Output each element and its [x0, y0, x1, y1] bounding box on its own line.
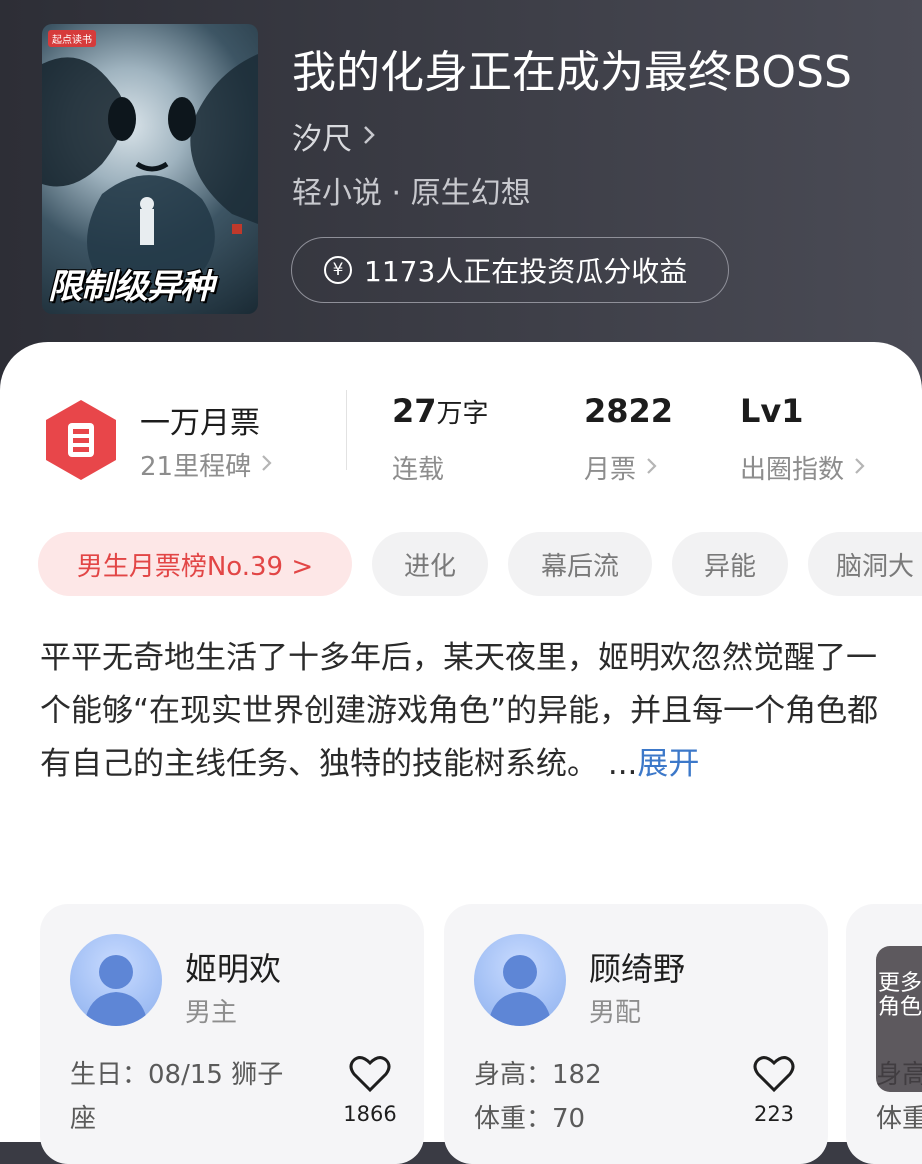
chevron-right-icon — [646, 453, 658, 483]
like-count: 223 — [753, 1102, 795, 1126]
chevron-right-icon — [362, 119, 376, 154]
character-attribute: 生日：08/15 狮子 — [70, 1060, 284, 1090]
tag-evolution[interactable]: 进化 — [372, 532, 488, 596]
stats-divider — [346, 390, 347, 470]
ticket-milestone-title: 一万月票 — [140, 406, 260, 441]
heart-icon[interactable] — [753, 1054, 795, 1094]
monthly-ticket-link[interactable]: 月票 — [584, 449, 658, 486]
ticket-milestone-sub: 21里程碑 — [140, 452, 252, 482]
description-text: 平平无奇地生活了十多年后，某天夜里，姬明欢忽然觉醒了一个能够“在现实世界创建游戏… — [40, 640, 879, 782]
chevron-right-icon — [261, 450, 273, 480]
monthly-ticket-icon — [46, 400, 116, 480]
book-cover[interactable]: 起点读书 限制级异种 — [42, 24, 258, 314]
character-attribute: 体重 — [876, 1104, 922, 1134]
character-attribute: 身高：182 — [474, 1060, 602, 1090]
tag-big-brain[interactable]: 脑洞大 — [808, 532, 922, 596]
invest-label: 1173人正在投资瓜分收益 — [364, 255, 688, 288]
character-card[interactable]: 姬明欢 男主 生日：08/15 狮子 座 1866 — [40, 904, 424, 1164]
cover-title: 限制级异种 — [48, 267, 214, 307]
book-category[interactable]: 轻小说 · 原生幻想 — [292, 168, 531, 212]
monthly-ticket-label: 月票 — [584, 455, 637, 485]
tag-mastermind[interactable]: 幕后流 — [508, 532, 652, 596]
character-attribute: 体重：70 — [474, 1104, 586, 1134]
popularity-index-link[interactable]: 出圈指数 — [740, 449, 866, 486]
cover-publisher-badge: 起点读书 — [48, 30, 96, 47]
popularity-index-label: 出圈指数 — [740, 455, 845, 485]
yen-icon: ¥ — [324, 256, 352, 284]
character-role: 男主 — [185, 998, 238, 1028]
character-name: 姬明欢 — [185, 950, 282, 988]
popularity-level: Lv1 — [740, 392, 804, 430]
more-characters-button[interactable]: 更多角色 — [876, 946, 922, 1092]
word-count: 27万字 — [392, 392, 489, 430]
character-card[interactable]: 顾绮野 男配 身高：182 体重：70 223 — [444, 904, 828, 1164]
chevron-right-icon — [854, 453, 866, 483]
avatar — [474, 934, 566, 1026]
monthly-ticket-count: 2822 — [584, 392, 674, 430]
book-title: 我的化身正在成为最终BOSS — [292, 47, 852, 98]
book-description: 平平无奇地生活了十多年后，某天夜里，姬明欢忽然觉醒了一个能够“在现实世界创建游戏… — [40, 632, 880, 791]
word-count-value: 27 — [392, 392, 437, 430]
author-name: 汐尺 — [292, 122, 352, 157]
rank-tag[interactable]: 男生月票榜No.39 > — [38, 532, 352, 596]
character-attribute: 座 — [70, 1104, 97, 1134]
heart-icon[interactable] — [349, 1054, 391, 1094]
avatar — [70, 934, 162, 1026]
tag-superpower[interactable]: 异能 — [672, 532, 788, 596]
invest-button[interactable]: ¥ 1173人正在投资瓜分收益 — [291, 237, 729, 303]
serial-status: 连载 — [392, 455, 445, 485]
ticket-milestone-link[interactable]: 21里程碑 — [140, 446, 273, 483]
author-link[interactable]: 汐尺 — [292, 114, 376, 158]
expand-link[interactable]: 展开 — [637, 746, 699, 782]
character-role: 男配 — [589, 998, 642, 1028]
character-name: 顾绮野 — [589, 950, 686, 988]
like-count: 1866 — [343, 1102, 397, 1126]
word-count-unit: 万字 — [436, 399, 489, 429]
